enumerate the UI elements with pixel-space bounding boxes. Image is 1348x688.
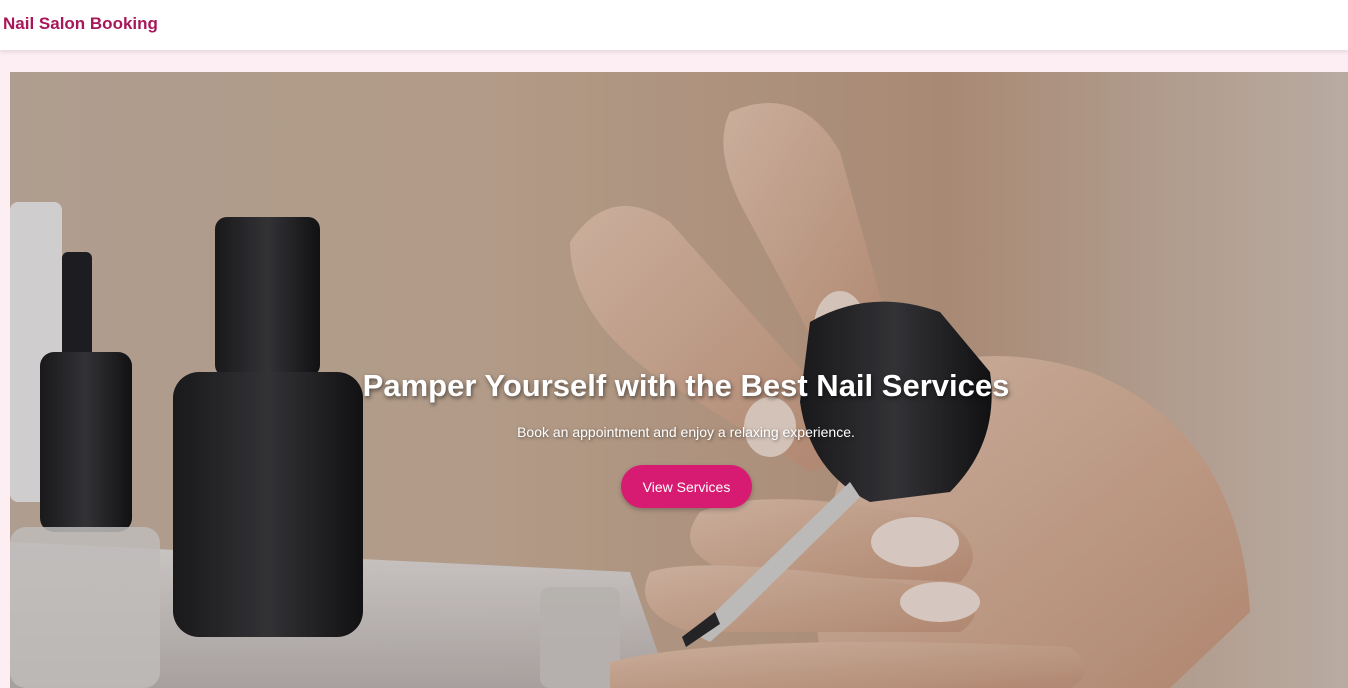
hero-banner: Pamper Yourself with the Best Nail Servi…: [10, 72, 1348, 688]
hero-title: Pamper Yourself with the Best Nail Servi…: [362, 368, 1010, 403]
view-services-button[interactable]: View Services: [621, 465, 752, 508]
brand-logo-link[interactable]: Nail Salon Booking: [3, 14, 158, 34]
hero-subtitle: Book an appointment and enjoy a relaxing…: [517, 424, 855, 440]
top-navbar: Nail Salon Booking: [0, 0, 1348, 50]
